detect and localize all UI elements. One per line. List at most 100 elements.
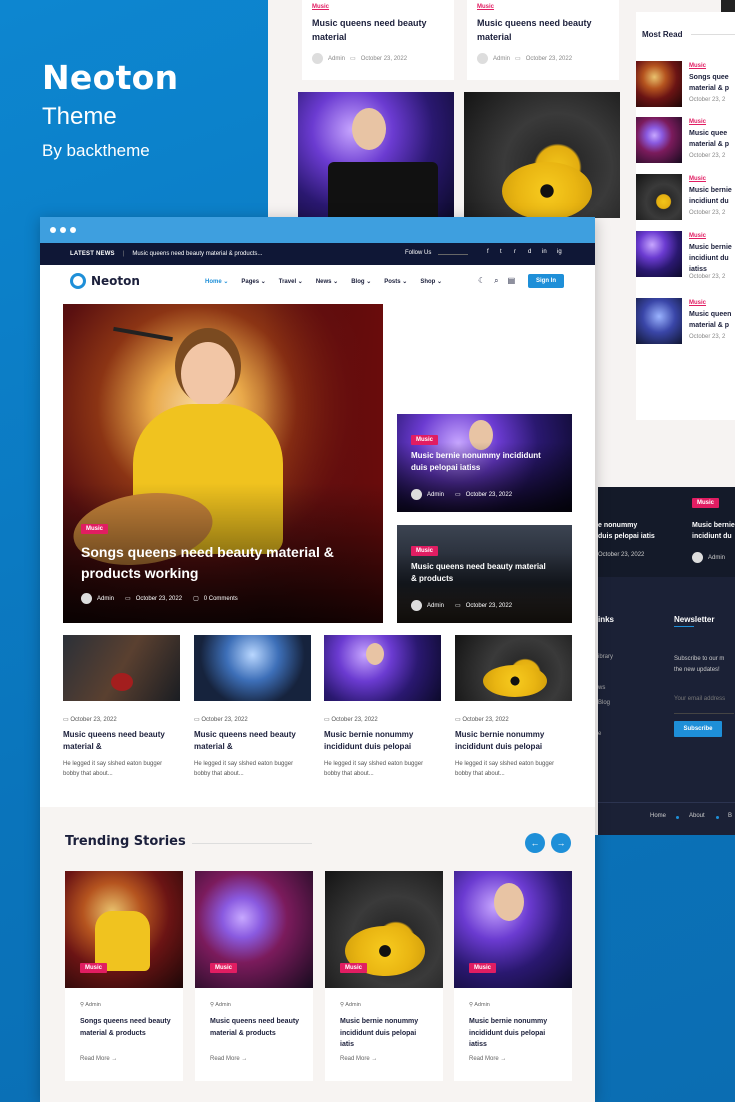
most-read-text[interactable]: Music Music bernie incidiunt du (689, 174, 735, 207)
most-read-item[interactable]: Music Music bernie incidiunt du October 2… (636, 174, 735, 224)
trending-card[interactable]: Music ⚲ Admin Music queens need beauty m… (195, 871, 313, 1081)
instagram-icon[interactable]: ig (557, 249, 562, 255)
news-ticker[interactable]: Music queens need beauty material & prod… (132, 251, 262, 257)
trending-card[interactable]: Music ⚲ Admin Music bernie nonummy incid… (325, 871, 443, 1081)
post-title[interactable]: Music queens need beauty material & (194, 729, 311, 753)
card-title[interactable]: Songs queens need beauty material & prod… (80, 1016, 172, 1039)
read-more-link[interactable]: Read More → (469, 1056, 506, 1062)
footer-nav-more[interactable]: B (728, 813, 732, 819)
category-tag[interactable]: Music (411, 435, 439, 445)
category-tag[interactable]: Music (689, 231, 735, 242)
window-dot[interactable] (70, 227, 76, 233)
card-title[interactable]: Music queens need beauty material (312, 16, 447, 44)
most-read-item[interactable]: Music Music queen material & p October 23… (636, 298, 735, 348)
next-arrow-icon[interactable]: → (551, 833, 571, 853)
nav-item-blog[interactable]: Blog ⌄ (351, 278, 371, 285)
facebook-icon[interactable]: f (487, 249, 489, 255)
thumbnail[interactable] (636, 231, 682, 277)
post-title[interactable]: Music queens need beauty material & (63, 729, 180, 753)
side-title[interactable]: Music bernie nonummy incididunt duis pel… (411, 450, 551, 474)
category-tag[interactable]: Music (340, 963, 368, 973)
read-more-link[interactable]: Read More → (340, 1056, 377, 1062)
category-tag[interactable]: Music (689, 61, 735, 72)
grid-post[interactable]: ▭ October 23, 2022 Music queens need bea… (63, 635, 180, 779)
most-read-text[interactable]: Music Music bernie incidiunt du iatiss (689, 231, 735, 275)
category-tag[interactable]: Music (312, 4, 329, 10)
most-read-text[interactable]: Music Music queen material & p (689, 298, 735, 331)
thumbnail[interactable] (636, 117, 682, 163)
site-logo[interactable]: Neoton (70, 273, 140, 289)
card-title[interactable]: Music bernie nonummy incididunt duis pel… (340, 1016, 432, 1051)
nav-item-posts[interactable]: Posts ⌄ (384, 278, 407, 285)
hero-post[interactable]: Music Songs queens need beauty material … (63, 304, 383, 623)
post-thumbnail[interactable] (455, 635, 572, 701)
nav-item-home[interactable]: Home ⌄ (205, 278, 228, 285)
category-tag[interactable]: Music (210, 963, 238, 973)
dribbble-icon[interactable]: d (528, 249, 531, 255)
dark-mode-icon[interactable]: ☾ (478, 276, 485, 286)
footer-nav-about[interactable]: About (689, 813, 705, 819)
footer-nav-home[interactable]: Home (650, 813, 666, 819)
item-title[interactable]: Music queen material & p (689, 309, 735, 331)
category-tag[interactable]: Music (692, 498, 720, 508)
item-title[interactable]: Music bernie incidiunt du (689, 185, 735, 207)
post-thumbnail[interactable] (194, 635, 311, 701)
nav-item-pages[interactable]: Pages ⌄ (241, 278, 265, 285)
most-read-item[interactable]: Music Songs quee material & p October 23,… (636, 61, 735, 111)
search-icon[interactable]: ⌕ (494, 276, 498, 286)
category-tag[interactable]: Music (469, 963, 497, 973)
comments-count[interactable]: 0 Comments (204, 596, 238, 602)
thumbnail[interactable] (636, 61, 682, 107)
window-dot[interactable] (50, 227, 56, 233)
email-field[interactable]: Your email address (674, 696, 725, 702)
read-more-link[interactable]: Read More → (80, 1056, 117, 1062)
category-tag[interactable]: Music (689, 174, 735, 185)
author[interactable]: Admin (97, 596, 114, 602)
footer-link[interactable]: Blog (598, 700, 610, 706)
thumbnail[interactable] (636, 298, 682, 344)
footer-link[interactable]: ws (598, 685, 605, 691)
footer-link[interactable]: ibrary (598, 654, 613, 660)
side-post[interactable]: Music Music queens need beauty material … (397, 525, 572, 623)
category-tag[interactable]: Music (411, 546, 439, 556)
side-post[interactable]: Music Music bernie nonummy incididunt du… (397, 414, 572, 512)
back-card[interactable]: Music Music queens need beauty material … (302, 0, 454, 80)
linkedin-icon[interactable]: in (542, 249, 547, 255)
category-tag[interactable]: Music (80, 963, 108, 973)
most-read-item[interactable]: Music Music quee material & p October 23,… (636, 117, 735, 167)
grid-post[interactable]: ▭ October 23, 2022 Music bernie nonummy … (455, 635, 572, 779)
category-tag[interactable]: Music (689, 117, 735, 128)
nav-item-travel[interactable]: Travel ⌄ (279, 278, 303, 285)
item-title[interactable]: e nonummy duis pelopai iatis (598, 520, 658, 542)
twitter-icon[interactable]: t (500, 249, 502, 255)
bookmark-icon[interactable]: ▤ (508, 276, 516, 286)
item-title[interactable]: Music bernie incidiunt du (692, 520, 735, 542)
grid-post[interactable]: ▭ October 23, 2022 Music queens need bea… (194, 635, 311, 779)
category-tag[interactable]: Music (81, 524, 109, 534)
rss-icon[interactable]: r (514, 249, 516, 255)
post-title[interactable]: Music bernie nonummy incididunt duis pel… (455, 729, 572, 753)
footer-link[interactable]: e (598, 731, 601, 737)
nav-item-news[interactable]: News ⌄ (316, 278, 338, 285)
most-read-text[interactable]: Music Songs quee material & p (689, 61, 735, 94)
card-title[interactable]: Music queens need beauty material & prod… (210, 1016, 302, 1039)
trending-card[interactable]: Music ⚲ Admin Songs queens need beauty m… (65, 871, 183, 1081)
post-title[interactable]: Music bernie nonummy incididunt duis pel… (324, 729, 441, 753)
read-more-link[interactable]: Read More → (210, 1056, 247, 1062)
item-title[interactable]: Music quee material & p (689, 128, 735, 150)
post-thumbnail[interactable] (324, 635, 441, 701)
grid-post[interactable]: ▭ October 23, 2022 Music bernie nonummy … (324, 635, 441, 779)
item-title[interactable]: Music bernie incidiunt du iatiss (689, 242, 735, 275)
window-dot[interactable] (60, 227, 66, 233)
most-read-item[interactable]: Music Music bernie incidiunt du iatiss Oc… (636, 231, 735, 281)
prev-arrow-icon[interactable]: ← (525, 833, 545, 853)
nav-item-shop[interactable]: Shop ⌄ (420, 278, 442, 285)
post-thumbnail[interactable] (63, 635, 180, 701)
side-title[interactable]: Music queens need beauty material & prod… (411, 561, 551, 585)
category-tag[interactable]: Music (477, 4, 494, 10)
sign-in-button[interactable]: Sign In (528, 274, 564, 288)
card-title[interactable]: Music queens need beauty material (477, 16, 612, 44)
hero-title[interactable]: Songs queens need beauty material & prod… (81, 542, 371, 584)
thumbnail[interactable] (636, 174, 682, 220)
category-tag[interactable]: Music (689, 298, 735, 309)
